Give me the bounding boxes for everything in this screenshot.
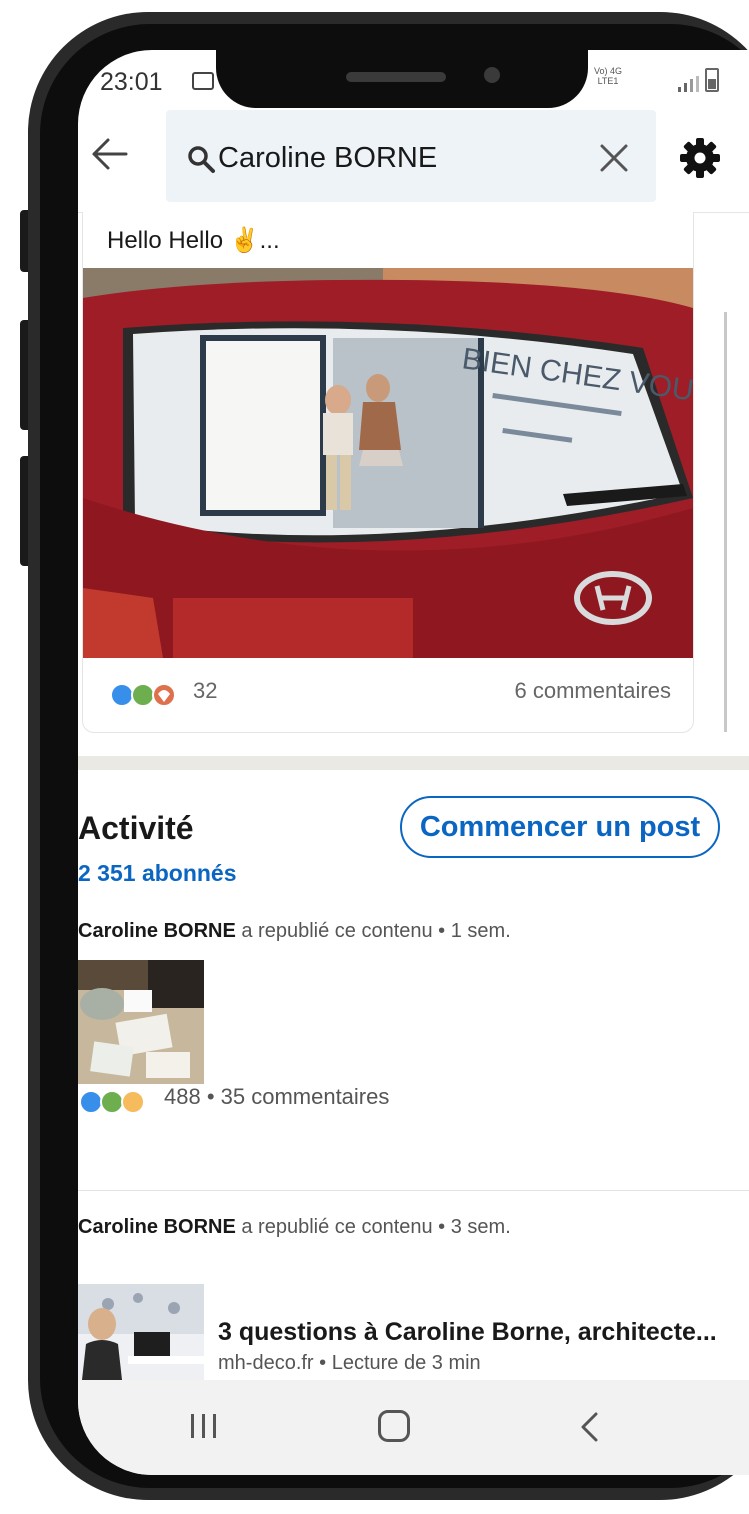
- activity-action: a republié ce contenu • 3 sem.: [235, 1216, 511, 1238]
- reaction-icons[interactable]: [109, 682, 189, 708]
- speaker-grille: [346, 72, 446, 82]
- reaction-count[interactable]: 32: [193, 678, 217, 704]
- article-meta: mh-deco.fr • Lecture de 3 min: [218, 1352, 481, 1374]
- back-nav-icon[interactable]: [578, 1412, 602, 1442]
- home-icon[interactable]: [378, 1410, 410, 1442]
- activity-action: a republié ce contenu • 1 sem.: [235, 920, 511, 942]
- post-text[interactable]: Hello Hello ✌️...: [107, 226, 280, 255]
- activity-thumbnail[interactable]: [78, 960, 204, 1084]
- search-field[interactable]: Caroline BORNE: [166, 110, 656, 202]
- search-icon: [188, 146, 215, 173]
- battery-icon: [705, 68, 719, 92]
- post-card[interactable]: Hello Hello ✌️... BIEN CHEZ VOUS 32 6 co…: [82, 212, 694, 733]
- activity-stats[interactable]: 488 • 35 commentaires: [164, 1084, 389, 1110]
- signal-icon: [678, 76, 699, 92]
- gear-icon[interactable]: [680, 138, 720, 178]
- activity-reaction-icons[interactable]: [78, 1089, 158, 1115]
- network-label-top: Vo) 4G: [594, 66, 623, 76]
- activity-item-header[interactable]: Caroline BORNE a republié ce contenu • 1…: [78, 920, 511, 943]
- article-title[interactable]: 3 questions à Caroline Borne, architecte…: [218, 1318, 717, 1347]
- section-separator: [78, 756, 749, 770]
- arrow-left-icon[interactable]: [86, 130, 134, 178]
- network-indicator: Vo) 4G LTE1: [594, 66, 622, 86]
- start-post-button[interactable]: Commencer un post: [400, 796, 720, 858]
- image-notification-icon: [192, 72, 214, 90]
- comments-count[interactable]: 6 commentaires: [514, 678, 671, 704]
- close-icon[interactable]: [596, 140, 632, 176]
- followers-count[interactable]: 2 351 abonnés: [78, 860, 237, 887]
- activity-author[interactable]: Caroline BORNE: [78, 920, 236, 942]
- activity-author[interactable]: Caroline BORNE: [78, 1216, 236, 1238]
- network-label-bottom: LTE1: [597, 76, 619, 86]
- top-bar: Caroline BORNE: [78, 108, 749, 212]
- search-query[interactable]: Caroline BORNE: [218, 142, 437, 175]
- activity-divider: [78, 1190, 749, 1191]
- post-image[interactable]: BIEN CHEZ VOUS: [83, 268, 693, 658]
- recent-apps-icon[interactable]: [188, 1410, 220, 1442]
- front-camera: [484, 67, 500, 83]
- activity-item-header[interactable]: Caroline BORNE a republié ce contenu • 3…: [78, 1216, 511, 1239]
- status-time: 23:01: [100, 68, 163, 96]
- camera-notch: [216, 50, 588, 108]
- activity-title: Activité: [78, 810, 194, 846]
- phone-screen: 23:01 Vo) 4G LTE1 Caroline BORNE Hello H…: [78, 50, 749, 1475]
- scroll-indicator: [724, 312, 727, 732]
- article-thumbnail[interactable]: [78, 1284, 204, 1380]
- system-navigation-bar: [78, 1380, 749, 1475]
